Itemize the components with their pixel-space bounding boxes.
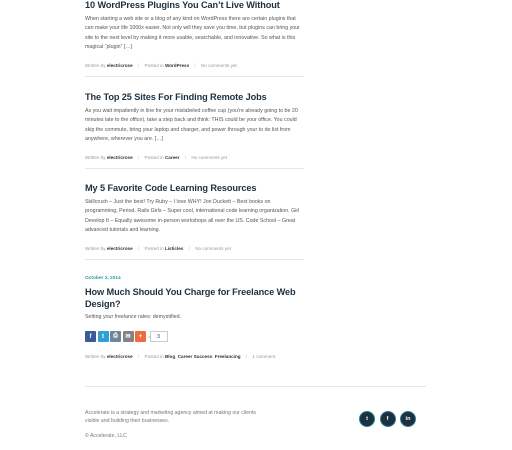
post-title[interactable]: My 5 Favorite Code Learning Resources (85, 183, 304, 195)
meta-separator: / (137, 353, 140, 359)
post-excerpt: Skillcrush – Just the best! Try Ruby – I… (85, 198, 300, 234)
email-icon[interactable]: ✉ (122, 331, 134, 342)
linkedin-icon[interactable]: in (400, 411, 416, 427)
author-link[interactable]: electricrose (107, 246, 133, 251)
post-excerpt: As you wait impatiently in line for your… (85, 107, 298, 143)
facebook-share-icon[interactable]: f (85, 331, 96, 342)
post-card: 10 WordPress Plugins You Can’t Live With… (85, 0, 304, 77)
posted-in-label: Posted in (144, 62, 164, 68)
category-link[interactable]: Career Success (178, 354, 212, 359)
post-meta: Written by electricrose / Posted in List… (85, 245, 304, 252)
written-by-label: Written by (85, 353, 106, 359)
posted-in-label: Posted in (144, 353, 164, 359)
post-excerpt: When starting a web site or a blog of an… (85, 15, 300, 51)
comments-link[interactable]: No comments yet (191, 155, 227, 160)
category-link[interactable]: WordPress (165, 63, 189, 68)
author-link[interactable]: electricrose (107, 155, 133, 160)
twitter-icon[interactable]: t (359, 411, 375, 427)
post-excerpt: Setting your freelance rates: demystifie… (85, 314, 181, 320)
copyright: © Accelerate, LLC (85, 433, 127, 439)
post-meta: Written by electricrose / Posted in Care… (85, 154, 304, 161)
post-date: October 2, 2014 (85, 276, 121, 281)
social-links: t f in (359, 411, 421, 427)
meta-separator: / (188, 245, 190, 251)
category-link[interactable]: Career (165, 155, 180, 160)
post-card: The Top 25 Sites For Finding Remote Jobs… (85, 92, 304, 169)
meta-separator: / (137, 62, 140, 68)
print-icon[interactable]: ⎙ (110, 331, 121, 342)
category-link[interactable]: Blog (165, 354, 175, 359)
post-meta: Written by electricrose / Posted in Blog… (85, 353, 304, 360)
posted-in-label: Posted in (144, 245, 164, 251)
author-link[interactable]: electricrose (107, 354, 133, 359)
post-divider (85, 258, 304, 260)
category-link[interactable]: Listicles (165, 246, 183, 251)
post-title[interactable]: How Much Should You Charge for Freelance… (85, 287, 304, 310)
written-by-label: Written by (85, 245, 106, 251)
author-link[interactable]: electricrose (107, 63, 133, 68)
meta-separator: / (194, 62, 196, 68)
more-share-icon[interactable]: + (135, 331, 146, 342)
twitter-share-icon[interactable]: t (97, 331, 109, 342)
written-by-label: Written by (85, 62, 106, 68)
post-title[interactable]: The Top 25 Sites For Finding Remote Jobs (85, 92, 304, 104)
comments-link[interactable]: 1 comment (252, 354, 275, 359)
share-count: 3 (147, 331, 168, 342)
post-title[interactable]: 10 WordPress Plugins You Can’t Live With… (85, 0, 304, 12)
share-bar: f t ⎙ ✉ + 3 (85, 331, 304, 343)
facebook-icon[interactable]: f (379, 411, 396, 427)
meta-separator: / (245, 353, 248, 359)
post-card: My 5 Favorite Code Learning Resources Sk… (85, 183, 304, 260)
post-meta: Written by electricrose / Posted in Word… (85, 62, 304, 69)
meta-separator: / (137, 154, 140, 160)
post-card: October 2, 2014 How Much Should You Char… (85, 276, 304, 360)
meta-separator: / (137, 245, 140, 251)
post-divider (85, 167, 304, 169)
comments-link[interactable]: No comments yet (201, 63, 237, 68)
category-link[interactable]: Freelancing (215, 354, 241, 359)
written-by-label: Written by (85, 154, 106, 160)
comments-link[interactable]: No comments yet (195, 246, 231, 251)
posted-in-label: Posted in (144, 154, 164, 160)
post-divider (85, 75, 304, 77)
footer-about: Accelerate is a strategy and marketing a… (85, 410, 256, 424)
meta-separator: / (184, 154, 187, 160)
footer-divider (85, 386, 426, 387)
